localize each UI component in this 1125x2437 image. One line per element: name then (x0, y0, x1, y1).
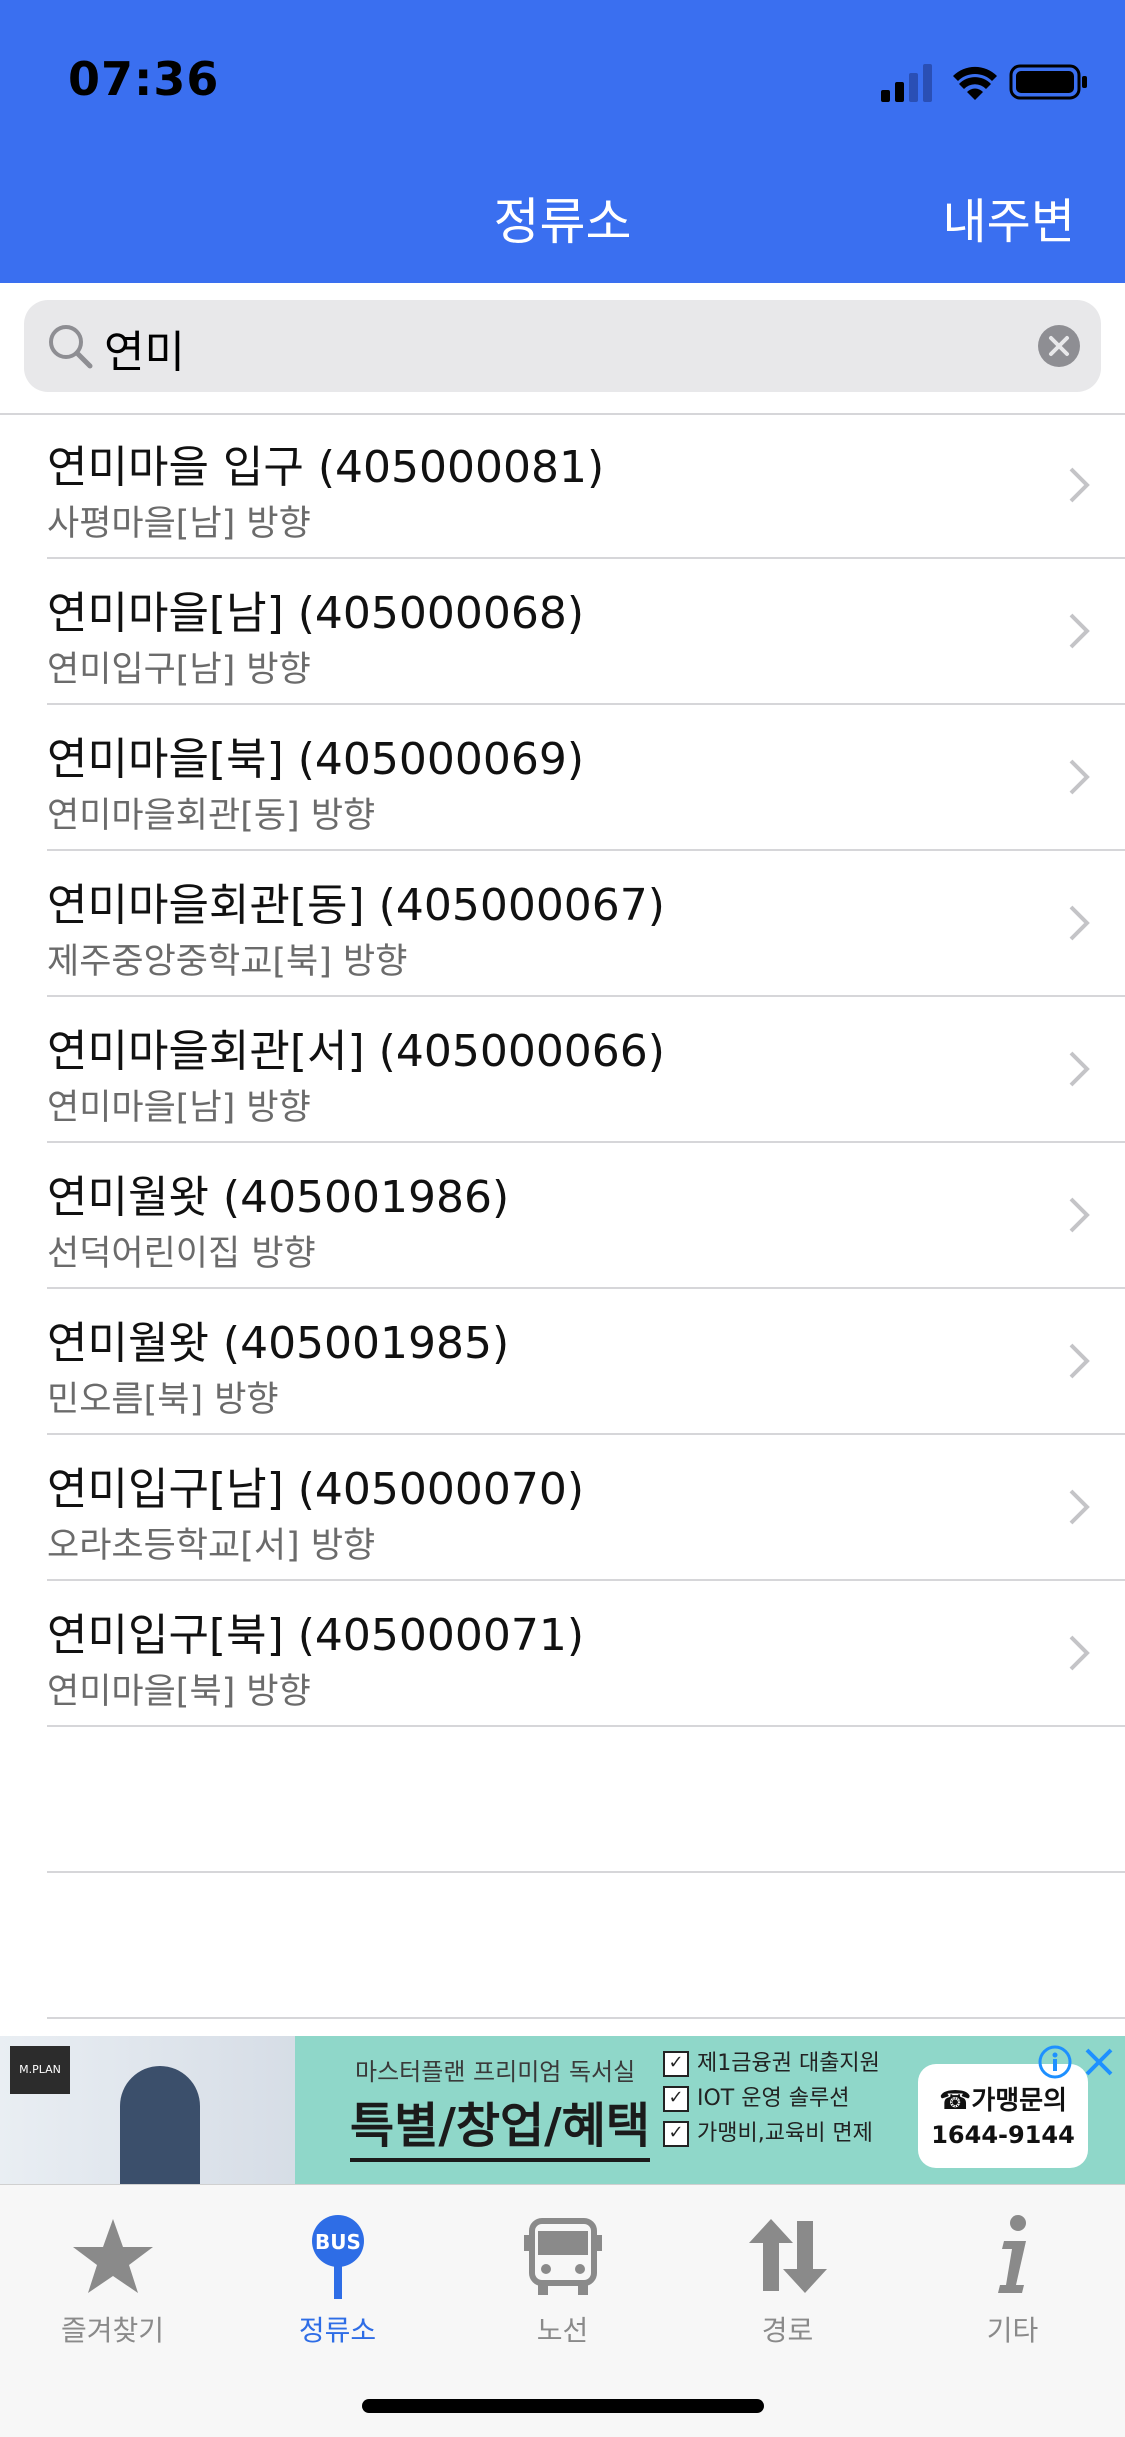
info-icon (997, 2215, 1026, 2293)
stop-row[interactable]: 연미마을[남] (405000068) 연미입구[남] 방향 (47, 559, 1125, 705)
checkbox-icon: ✓ (663, 2086, 689, 2112)
ad-photo: M.PLAN (0, 2036, 295, 2184)
stop-direction: 오라초등학교[서] 방향 (47, 1526, 376, 1566)
stop-direction: 민오름[북] 방향 (47, 1380, 279, 1420)
clear-search-icon[interactable] (1037, 324, 1081, 368)
stop-row[interactable]: 연미월왓 (405001985) 민오름[북] 방향 (47, 1289, 1125, 1435)
chevron-right-icon (1069, 467, 1090, 503)
chevron-right-icon (1069, 1051, 1090, 1087)
ad-banner[interactable]: M.PLAN 마스터플랜 프리미엄 독서실 특별/창업/혜택 ✓ 제1금융권 대출… (0, 2036, 1125, 2184)
ad-check-text: 가맹비,교육비 면제 (697, 2121, 873, 2146)
stop-row[interactable]: 연미마을 입구 (405000081) 사평마을[남] 방향 (47, 413, 1125, 559)
chevron-right-icon (1069, 1343, 1090, 1379)
status-icons (881, 64, 1087, 102)
status-time: 07:36 (68, 52, 220, 106)
ad-check-item: ✓ 가맹비,교육비 면제 (663, 2116, 880, 2151)
star-icon (72, 2219, 153, 2293)
stop-name: 연미월왓 (405001985) (47, 1318, 510, 1369)
stop-results-list: 연미마을 입구 (405000081) 사평마을[남] 방향 연미마을[남] (… (0, 413, 1125, 2019)
header-bar: 07:36 정류소 내주변 (0, 0, 1125, 283)
search-icon (49, 325, 93, 369)
stop-name: 연미마을[북] (405000069) (47, 734, 584, 785)
stop-row[interactable]: 연미마을회관[서] (405000066) 연미마을[남] 방향 (47, 997, 1125, 1143)
chevron-right-icon (1069, 905, 1090, 941)
stop-name: 연미마을 입구 (405000081) (47, 442, 605, 493)
tab-more[interactable]: 기타 (900, 2211, 1125, 2349)
stop-direction: 연미마을[남] 방향 (47, 1088, 311, 1128)
checkbox-icon: ✓ (663, 2051, 689, 2077)
ad-check-text: IOT 운영 솔루션 (697, 2086, 850, 2111)
ad-check-item: ✓ IOT 운영 솔루션 (663, 2081, 880, 2116)
svg-text:BUS: BUS (315, 2230, 361, 2254)
stop-row[interactable]: 연미입구[북] (405000071) 연미마을[북] 방향 (47, 1581, 1125, 1727)
ad-check-item: ✓ 제1금융권 대출지원 (663, 2046, 880, 2081)
ad-logo: M.PLAN (10, 2046, 70, 2094)
stop-name: 연미입구[북] (405000071) (47, 1610, 584, 1661)
tab-label: 정류소 (298, 2314, 377, 2347)
stop-name: 연미월왓 (405001986) (47, 1172, 510, 1223)
tab-routes[interactable]: 노선 (450, 2211, 675, 2349)
ad-headline: 특별/창업/혜택 (350, 2086, 651, 2162)
stop-name: 연미입구[남] (405000070) (47, 1464, 584, 1515)
stop-direction: 연미마을회관[동] 방향 (47, 796, 376, 836)
ad-close-icon[interactable] (1081, 2044, 1117, 2080)
empty-row (47, 1873, 1125, 2019)
battery-icon (1009, 64, 1087, 100)
chevron-right-icon (1069, 1635, 1090, 1671)
phone-icon: ☎ (938, 2086, 972, 2116)
ad-phone-number: 1644-9144 (931, 2121, 1075, 2149)
stop-name: 연미마을회관[서] (405000066) (47, 1026, 665, 1077)
route-arrows-icon (748, 2219, 827, 2293)
tab-label: 노선 (536, 2314, 589, 2347)
search-input[interactable]: 연미 (104, 316, 185, 380)
tab-label: 기타 (986, 2314, 1039, 2347)
chevron-right-icon (1069, 613, 1090, 649)
ad-check-list: ✓ 제1금융권 대출지원 ✓ IOT 운영 솔루션 ✓ 가맹비,교육비 면제 (663, 2046, 880, 2151)
tab-label: 경로 (761, 2314, 814, 2347)
stop-direction: 제주중앙중학교[북] 방향 (47, 942, 408, 982)
chevron-right-icon (1069, 759, 1090, 795)
chevron-right-icon (1069, 1197, 1090, 1233)
stop-row[interactable]: 연미입구[남] (405000070) 오라초등학교[서] 방향 (47, 1435, 1125, 1581)
checkbox-icon: ✓ (663, 2121, 689, 2147)
nearby-button[interactable]: 내주변 (943, 182, 1075, 252)
home-indicator (362, 2399, 764, 2413)
chevron-right-icon (1069, 1489, 1090, 1525)
ad-check-text: 제1금융권 대출지원 (697, 2051, 880, 2076)
stop-direction: 연미입구[남] 방향 (47, 650, 311, 690)
wifi-icon (953, 66, 997, 100)
signal-icon (881, 64, 932, 102)
stop-name: 연미마을회관[동] (405000067) (47, 880, 665, 931)
tab-label: 즐겨찾기 (60, 2314, 165, 2347)
bus-stop-icon: BUS (311, 2215, 364, 2299)
stop-direction: 선덕어린이집 방향 (47, 1234, 316, 1274)
ad-brand: 마스터플랜 프리미엄 독서실 (355, 2058, 636, 2086)
stop-row[interactable]: 연미월왓 (405001986) 선덕어린이집 방향 (47, 1143, 1125, 1289)
stop-name: 연미마을[남] (405000068) (47, 588, 584, 639)
search-bar[interactable]: 연미 (24, 300, 1101, 392)
stop-direction: 사평마을[남] 방향 (47, 504, 311, 544)
stop-row[interactable]: 연미마을회관[동] (405000067) 제주중앙중학교[북] 방향 (47, 851, 1125, 997)
empty-row (47, 1727, 1125, 1873)
tab-path[interactable]: 경로 (675, 2211, 900, 2349)
tab-stops[interactable]: BUS 정류소 (225, 2211, 450, 2349)
bus-icon (523, 2218, 602, 2295)
ad-person-image (120, 2066, 200, 2184)
tab-favorites[interactable]: 즐겨찾기 (0, 2211, 225, 2349)
stop-direction: 연미마을[북] 방향 (47, 1672, 311, 1712)
ad-info-icon[interactable] (1037, 2044, 1073, 2080)
stop-row[interactable]: 연미마을[북] (405000069) 연미마을회관[동] 방향 (47, 705, 1125, 851)
